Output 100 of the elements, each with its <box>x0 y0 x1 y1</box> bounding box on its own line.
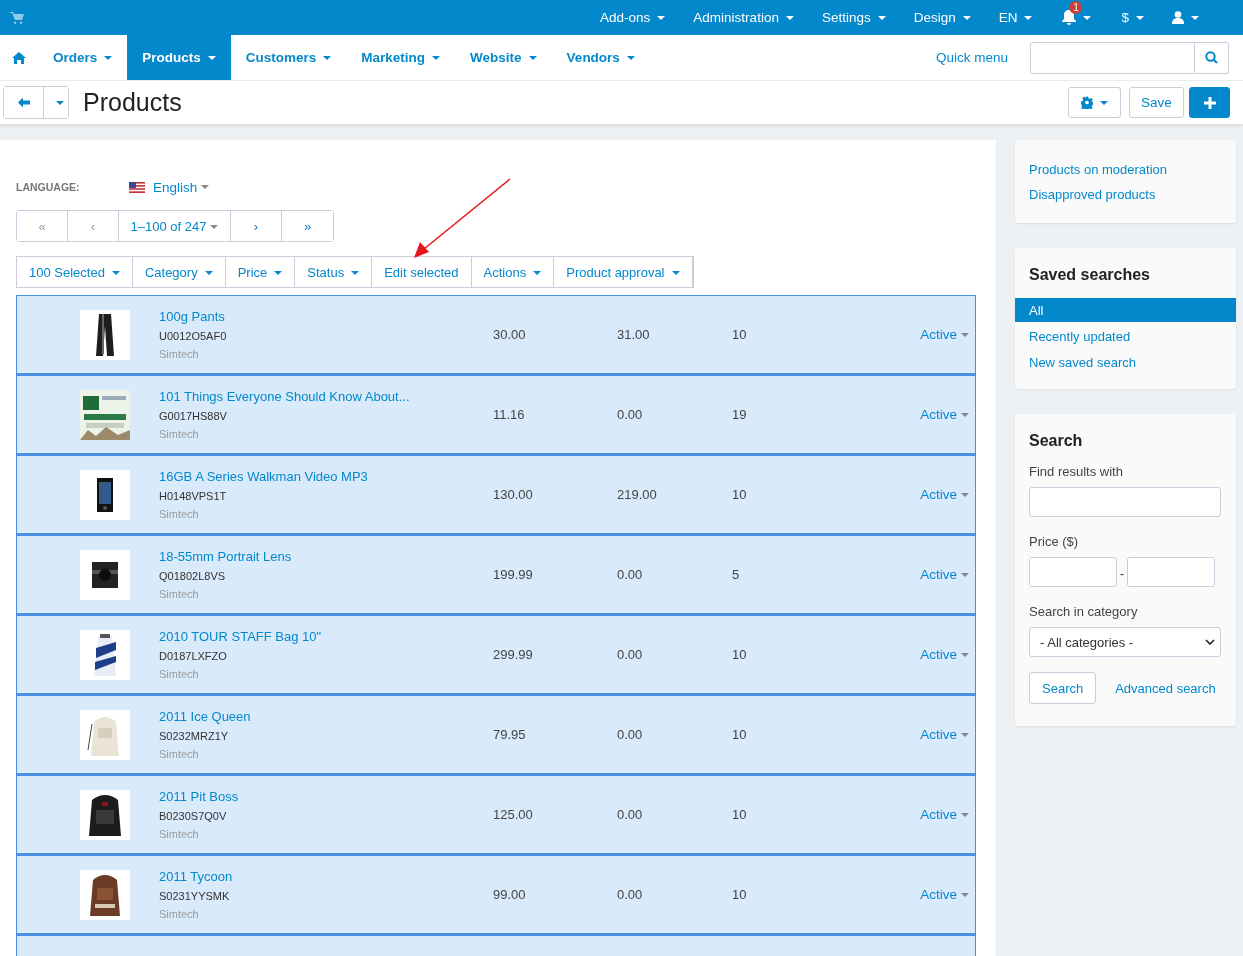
price-cell-text: 299.99 <box>493 647 534 662</box>
product-name-link[interactable]: 100g Pants <box>159 309 493 324</box>
product-code: Q01802L8VS <box>159 570 227 582</box>
status-dropdown[interactable]: Active <box>920 567 975 582</box>
vendor-name: Simtech <box>159 748 200 760</box>
notification-badge: 1 <box>1069 1 1083 14</box>
language-label: LANGUAGE: <box>16 181 81 193</box>
pagination-button[interactable]: « <box>17 211 68 241</box>
quantity-cell-text: 10 <box>732 647 748 662</box>
save-button[interactable]: Save <box>1129 87 1184 118</box>
status-dropdown[interactable]: Active <box>920 407 975 422</box>
saved-search-item[interactable]: All <box>1015 298 1236 322</box>
quantity-cell-text: 10 <box>732 727 748 742</box>
home-icon <box>12 51 26 64</box>
nav-tab[interactable]: Vendors <box>551 35 650 80</box>
product-name-link[interactable]: 101 Things Everyone Should Know About... <box>159 389 493 404</box>
quick-menu-link[interactable]: Quick menu <box>935 50 1008 65</box>
list-price-cell-text: 0.00 <box>617 567 644 582</box>
quantity-cell-text: 10 <box>732 327 748 342</box>
add-button[interactable] <box>1189 87 1230 118</box>
price-cell-text: 130.00 <box>493 487 534 502</box>
list-price-cell-text: 0.00 <box>617 807 644 822</box>
search-button[interactable] <box>1195 41 1229 74</box>
nav-tab[interactable]: Website <box>455 35 552 80</box>
product-row[interactable]: 2011 Tycoon S0231YYSMK Simtech 99.00 0.00 10 Active <box>16 855 976 935</box>
price-from-field[interactable] <box>1029 557 1117 587</box>
category-select[interactable]: - All categories - <box>1029 627 1221 657</box>
top-menu-item[interactable]: Settings <box>807 0 900 35</box>
top-menu-item[interactable]: Design <box>899 0 985 35</box>
product-name-link[interactable]: 2011 Tycoon <box>159 869 493 884</box>
price-to-field[interactable] <box>1127 557 1215 587</box>
top-menu-item[interactable]: Administration <box>679 0 808 35</box>
price-label: Price ($) <box>1029 534 1080 549</box>
quantity-cell-text: 19 <box>732 407 748 422</box>
category-label: Search in category <box>1029 604 1139 619</box>
list-price-cell-text: 0.00 <box>617 407 644 422</box>
list-price-cell-text: 0.00 <box>617 887 644 902</box>
language-select[interactable]: English <box>129 179 210 195</box>
sidebar-link[interactable]: Disapproved products <box>1029 187 1222 202</box>
flag-icon <box>129 181 145 193</box>
status-dropdown[interactable]: Active <box>920 807 975 822</box>
product-name-link[interactable]: 2011 Pit Boss <box>159 789 493 804</box>
search-icon <box>1205 51 1218 64</box>
product-code: S0231YYSMK <box>159 890 231 902</box>
product-name-link[interactable]: 16GB A Series Walkman Video MP3 <box>159 469 493 484</box>
saved-search-item[interactable]: New saved search <box>1015 350 1236 374</box>
list-price-cell-text: 31.00 <box>617 327 651 342</box>
cart-icon[interactable] <box>10 11 24 24</box>
vendor-name: Simtech <box>159 668 200 680</box>
product-code: H0148VPS1T <box>159 490 228 502</box>
product-name-link[interactable]: 2010 TOUR STAFF Bag 10" <box>159 629 493 644</box>
advanced-search-link[interactable]: Advanced search <box>1115 680 1216 696</box>
price-cell-text: 11.16 <box>493 407 526 422</box>
find-field[interactable] <box>1029 487 1221 517</box>
list-price-cell-text: 0.00 <box>617 647 644 662</box>
settings-dropdown[interactable] <box>1068 87 1121 118</box>
search-field[interactable] <box>1030 41 1195 74</box>
currency-menu[interactable]: $ <box>1107 0 1158 35</box>
search-submit-button[interactable]: Search <box>1029 672 1097 704</box>
nav-tab[interactable]: Marketing <box>346 35 456 80</box>
plus-icon <box>1203 96 1216 109</box>
product-row[interactable]: 101 Things Everyone Should Know About... G0017HS88V Simtech 11.16 0.00 19 Active <box>16 375 976 455</box>
product-row[interactable]: 2011 Ice Queen S0232MRZ1Y Simtech 79.95 0.00 10 Active <box>16 695 976 775</box>
status-dropdown[interactable]: Active <box>920 887 975 902</box>
product-row[interactable]: 18-55mm Portrait Lens Q01802L8VS Simtech 199.99 0.00 5 Active <box>16 535 976 615</box>
product-row[interactable]: 100g Pants U0012O5AF0 Simtech 30.00 31.00 10 Active <box>16 295 976 375</box>
status-dropdown[interactable]: Active <box>920 327 975 342</box>
list-price-cell-text: 0.00 <box>617 727 644 742</box>
saved-searches-title: Saved searches <box>1029 266 1151 284</box>
back-arrow-icon <box>17 97 30 108</box>
product-row[interactable]: 16GB A Series Walkman Video MP3 H0148VPS1T Simtech 130.00 219.00 10 Active <box>16 455 976 535</box>
price-separator: - <box>1120 567 1124 581</box>
vendor-name: Simtech <box>159 828 200 840</box>
history-dropdown[interactable] <box>43 87 68 118</box>
search-title: Search <box>1029 432 1084 450</box>
quantity-cell-text: 5 <box>732 567 741 582</box>
vendor-name: Simtech <box>159 508 200 520</box>
product-name-link[interactable]: 2011 Ice Queen <box>159 709 493 724</box>
product-name-link[interactable]: 18-55mm Portrait Lens <box>159 549 493 564</box>
product-row[interactable]: 2011 Pit Boss B0230S7Q0V Simtech 125.00 0.00 10 Active <box>16 775 976 855</box>
product-row[interactable]: 2010 TOUR STAFF Bag 10" D0187LXFZO Simtech 299.99 0.00 10 Active <box>16 615 976 695</box>
product-code: B0230S7Q0V <box>159 810 228 822</box>
nav-tab[interactable]: Customers <box>230 35 347 80</box>
status-dropdown[interactable]: Active <box>920 647 975 662</box>
settings-icon <box>1081 96 1093 109</box>
saved-search-item[interactable]: Recently updated <box>1015 324 1236 348</box>
status-dropdown[interactable]: Active <box>920 727 975 742</box>
list-price-cell-text: 219.00 <box>617 487 658 502</box>
price-cell-text: 79.95 <box>493 727 527 742</box>
product-code: S0232MRZ1Y <box>159 730 230 742</box>
sidebar-link[interactable]: Products on moderation <box>1029 162 1222 177</box>
product-code: G0017HS88V <box>159 410 228 422</box>
quantity-cell-text: 10 <box>732 807 748 822</box>
top-menu-item[interactable]: Add-ons <box>586 0 680 35</box>
notifications-menu[interactable]: 1 <box>1046 0 1108 35</box>
page-title: Products <box>83 88 182 117</box>
top-menu-item[interactable]: EN <box>984 0 1047 35</box>
status-dropdown[interactable]: Active <box>920 487 975 502</box>
nav-tab[interactable]: Products <box>127 35 231 80</box>
nav-tab[interactable]: Orders <box>38 35 128 80</box>
